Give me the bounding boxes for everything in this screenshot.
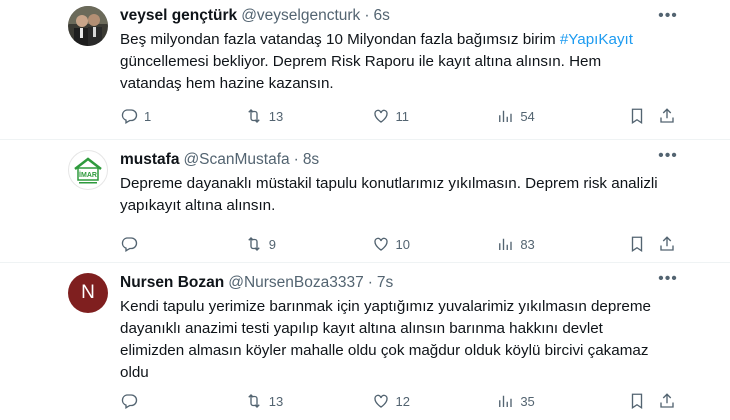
share-button[interactable] — [658, 235, 678, 253]
bookmark-button[interactable] — [628, 107, 658, 125]
like-count: 12 — [395, 393, 411, 409]
more-icon[interactable]: ••• — [658, 6, 678, 26]
views-icon — [499, 238, 513, 250]
imar-logo: İMAR — [74, 157, 102, 184]
user-handle[interactable]: @NursenBoza3337 — [228, 274, 364, 292]
like-button[interactable]: 12 — [372, 392, 497, 410]
bookmark-button[interactable] — [628, 392, 658, 410]
like-count: 11 — [395, 108, 410, 124]
tweet-header: veysel gençtürk @veyselgencturk · 6s — [120, 4, 714, 28]
retweet-icon — [248, 237, 260, 251]
tweet-header: mustafa @ScanMustafa · 8s — [120, 148, 714, 172]
views-count: 83 — [520, 236, 535, 252]
tweet-text: Kendi tapulu yerimize barınmak için yapt… — [120, 298, 651, 381]
tweet-text-part: güncellemesi bekliyor. Deprem Risk Rapor… — [120, 53, 602, 92]
avatar[interactable] — [68, 6, 108, 46]
reply-icon — [121, 394, 138, 409]
retweet-button[interactable]: 9 — [245, 235, 372, 253]
retweet-count: 9 — [268, 236, 277, 252]
tweet-text: Depreme dayanaklı müstakil tapulu konutl… — [120, 175, 658, 214]
like-count: 10 — [395, 236, 411, 252]
display-name[interactable]: veysel gençtürk — [120, 7, 237, 25]
reply-button[interactable]: 1 — [120, 107, 245, 125]
tweet[interactable]: N Nursen Bozan @NursenBoza3337 · 7s Kend… — [0, 263, 730, 420]
views-count: 54 — [520, 108, 535, 124]
share-icon — [660, 236, 674, 251]
tweet-text: Beş milyondan fazla vatandaş 10 Milyonda… — [120, 29, 660, 95]
more-icon[interactable]: ••• — [658, 269, 678, 289]
user-handle[interactable]: @veyselgencturk — [241, 7, 360, 25]
retweet-icon — [248, 394, 260, 408]
tweet[interactable]: İMAR mustafa @ScanMustafa · 8s Depreme d… — [0, 140, 730, 263]
timestamp[interactable]: 8s — [303, 151, 319, 169]
separator-dot: · — [367, 274, 373, 291]
like-icon — [373, 109, 388, 123]
user-handle[interactable]: @ScanMustafa — [183, 151, 289, 169]
action-bar: 1 13 11 54 — [120, 106, 678, 126]
hashtag-link[interactable]: #YapıKayıt — [560, 31, 633, 48]
separator-dot: · — [364, 7, 370, 24]
separator-dot: · — [293, 151, 299, 168]
tweet-text-part: Beş milyondan fazla vatandaş 10 Milyonda… — [120, 31, 560, 48]
like-icon — [373, 237, 388, 251]
tweet-header: Nursen Bozan @NursenBoza3337 · 7s — [120, 271, 714, 295]
display-name[interactable]: Nursen Bozan — [120, 274, 224, 292]
avatar-logo-text: İMAR — [79, 171, 97, 179]
avatar-photo — [68, 6, 108, 46]
reply-icon — [121, 237, 138, 252]
tweet[interactable]: veysel gençtürk @veyselgencturk · 6s Beş… — [0, 0, 730, 140]
reply-icon — [121, 109, 138, 124]
share-button[interactable] — [658, 107, 678, 125]
bookmark-icon — [631, 108, 643, 125]
views-button[interactable]: 35 — [496, 392, 628, 410]
share-icon — [660, 393, 674, 408]
bookmark-button[interactable] — [628, 235, 658, 253]
like-button[interactable]: 11 — [372, 107, 497, 125]
reply-button[interactable] — [120, 392, 245, 410]
retweet-count: 13 — [268, 108, 284, 124]
avatar[interactable]: İMAR — [68, 150, 108, 190]
retweet-count: 13 — [268, 393, 284, 409]
display-name[interactable]: mustafa — [120, 151, 179, 169]
avatar-initial: N — [81, 282, 95, 303]
action-bar: 13 12 35 — [120, 391, 678, 411]
views-icon — [499, 395, 513, 407]
share-button[interactable] — [658, 392, 678, 410]
views-button[interactable]: 83 — [496, 235, 628, 253]
retweet-button[interactable]: 13 — [245, 392, 372, 410]
views-icon — [499, 110, 513, 122]
retweet-icon — [248, 109, 260, 123]
more-icon[interactable]: ••• — [658, 146, 678, 166]
like-button[interactable]: 10 — [372, 235, 497, 253]
bookmark-icon — [631, 393, 643, 410]
views-button[interactable]: 54 — [496, 107, 628, 125]
timestamp[interactable]: 7s — [377, 274, 393, 292]
like-icon — [373, 394, 388, 408]
action-bar: 9 10 83 — [120, 234, 678, 254]
avatar[interactable]: N — [68, 273, 108, 313]
retweet-button[interactable]: 13 — [245, 107, 372, 125]
views-count: 35 — [520, 393, 535, 409]
share-icon — [660, 108, 674, 123]
reply-count: 1 — [144, 108, 152, 124]
timestamp[interactable]: 6s — [373, 7, 389, 25]
bookmark-icon — [631, 236, 643, 253]
reply-button[interactable] — [120, 235, 245, 253]
